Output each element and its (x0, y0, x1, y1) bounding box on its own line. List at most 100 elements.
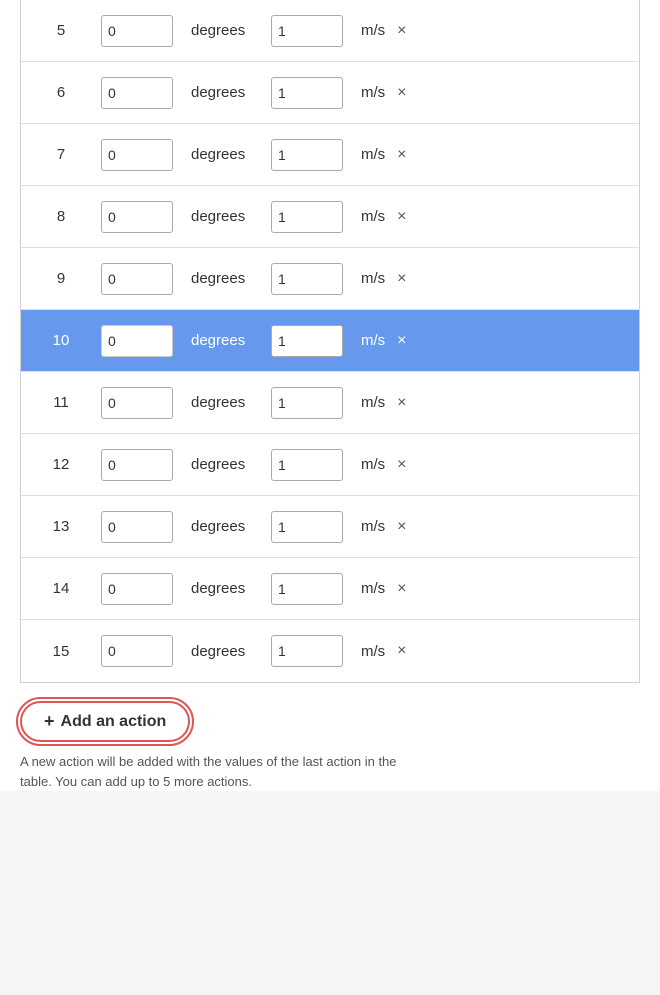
row-number: 5 (21, 22, 101, 39)
delete-button[interactable]: × (389, 84, 414, 102)
speed-input[interactable] (271, 201, 343, 233)
speed-unit: m/s (361, 270, 385, 287)
angle-unit: degrees (191, 456, 271, 473)
plus-icon: + (44, 711, 55, 732)
table-row: 15 degrees m/s × (21, 620, 639, 682)
table-row: 6 degrees m/s × (21, 62, 639, 124)
row-number: 8 (21, 208, 101, 225)
speed-unit: m/s (361, 22, 385, 39)
table-row: 7 degrees m/s × (21, 124, 639, 186)
table-row: 13 degrees m/s × (21, 496, 639, 558)
table-row: 8 degrees m/s × (21, 186, 639, 248)
speed-input[interactable] (271, 635, 343, 667)
add-action-button[interactable]: + Add an action (20, 701, 190, 742)
angle-input-wrapper (101, 263, 191, 295)
angle-unit: degrees (191, 270, 271, 287)
angle-input[interactable] (101, 201, 173, 233)
speed-input[interactable] (271, 15, 343, 47)
speed-input-wrapper (271, 201, 361, 233)
angle-input[interactable] (101, 449, 173, 481)
angle-input[interactable] (101, 263, 173, 295)
delete-button[interactable]: × (389, 456, 414, 474)
speed-input[interactable] (271, 77, 343, 109)
angle-input-wrapper (101, 201, 191, 233)
speed-input[interactable] (271, 449, 343, 481)
row-number: 15 (21, 643, 101, 660)
angle-input[interactable] (101, 635, 173, 667)
delete-button[interactable]: × (389, 580, 414, 598)
angle-input[interactable] (101, 325, 173, 357)
delete-button[interactable]: × (389, 518, 414, 536)
speed-unit: m/s (361, 146, 385, 163)
angle-input[interactable] (101, 573, 173, 605)
angle-unit: degrees (191, 146, 271, 163)
speed-unit: m/s (361, 518, 385, 535)
speed-input[interactable] (271, 325, 343, 357)
angle-unit: degrees (191, 332, 271, 349)
angle-unit: degrees (191, 84, 271, 101)
row-number: 9 (21, 270, 101, 287)
speed-input-wrapper (271, 573, 361, 605)
table-row: 12 degrees m/s × (21, 434, 639, 496)
speed-input[interactable] (271, 139, 343, 171)
row-number: 11 (21, 394, 101, 411)
speed-input-wrapper (271, 77, 361, 109)
add-action-hint: A new action will be added with the valu… (20, 752, 400, 791)
delete-button[interactable]: × (389, 146, 414, 164)
row-number: 10 (21, 332, 101, 349)
speed-unit: m/s (361, 394, 385, 411)
speed-unit: m/s (361, 580, 385, 597)
actions-table: 5 degrees m/s × 6 degrees m/s × 7 (20, 0, 640, 683)
add-action-label: Add an action (61, 713, 167, 731)
angle-input[interactable] (101, 77, 173, 109)
row-number: 13 (21, 518, 101, 535)
angle-input-wrapper (101, 635, 191, 667)
angle-input-wrapper (101, 573, 191, 605)
speed-input[interactable] (271, 263, 343, 295)
row-number: 14 (21, 580, 101, 597)
speed-unit: m/s (361, 84, 385, 101)
speed-input[interactable] (271, 387, 343, 419)
angle-input[interactable] (101, 387, 173, 419)
table-row: 11 degrees m/s × (21, 372, 639, 434)
speed-unit: m/s (361, 332, 385, 349)
speed-input-wrapper (271, 15, 361, 47)
speed-input[interactable] (271, 511, 343, 543)
angle-unit: degrees (191, 643, 271, 660)
angle-input-wrapper (101, 325, 191, 357)
delete-button[interactable]: × (389, 270, 414, 288)
speed-input-wrapper (271, 263, 361, 295)
add-action-area: + Add an action A new action will be add… (20, 701, 640, 791)
angle-input-wrapper (101, 387, 191, 419)
speed-unit: m/s (361, 208, 385, 225)
angle-input[interactable] (101, 139, 173, 171)
speed-input[interactable] (271, 573, 343, 605)
delete-button[interactable]: × (389, 22, 414, 40)
main-container: 5 degrees m/s × 6 degrees m/s × 7 (0, 0, 660, 791)
speed-unit: m/s (361, 643, 385, 660)
speed-input-wrapper (271, 511, 361, 543)
speed-input-wrapper (271, 635, 361, 667)
angle-unit: degrees (191, 22, 271, 39)
angle-unit: degrees (191, 580, 271, 597)
angle-unit: degrees (191, 518, 271, 535)
table-row: 14 degrees m/s × (21, 558, 639, 620)
delete-button[interactable]: × (389, 394, 414, 412)
delete-button[interactable]: × (389, 642, 414, 660)
angle-input[interactable] (101, 15, 173, 47)
speed-input-wrapper (271, 139, 361, 171)
table-row: 5 degrees m/s × (21, 0, 639, 62)
angle-unit: degrees (191, 208, 271, 225)
speed-input-wrapper (271, 449, 361, 481)
angle-input-wrapper (101, 15, 191, 47)
speed-input-wrapper (271, 387, 361, 419)
row-number: 6 (21, 84, 101, 101)
delete-button[interactable]: × (389, 208, 414, 226)
table-row: 9 degrees m/s × (21, 248, 639, 310)
row-number: 12 (21, 456, 101, 473)
angle-input[interactable] (101, 511, 173, 543)
delete-button[interactable]: × (389, 332, 414, 350)
angle-input-wrapper (101, 449, 191, 481)
row-number: 7 (21, 146, 101, 163)
table-row: 10 degrees m/s × (21, 310, 639, 372)
